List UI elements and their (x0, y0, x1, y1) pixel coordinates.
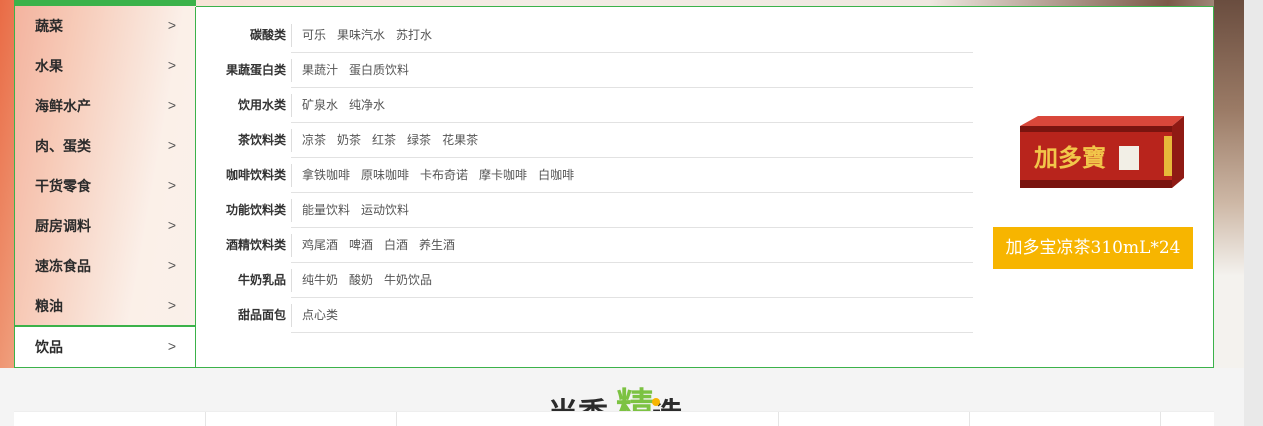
product-box-brand: 加多寶 (1034, 143, 1106, 172)
subcategory-heading[interactable]: 酒精饮料类 (196, 228, 286, 263)
subcategory-heading[interactable]: 茶饮料类 (196, 123, 286, 158)
subcategory-link[interactable]: 白咖啡 (538, 168, 574, 182)
subcategory-row: 功能饮料类 能量饮料 运动饮料 (196, 193, 976, 228)
subcategory-link[interactable]: 能量饮料 (302, 203, 350, 217)
subcategory-link[interactable]: 牛奶饮品 (384, 273, 432, 287)
card-divider (969, 412, 970, 426)
subcategory-links: 可乐 果味汽水 苏打水 (291, 24, 973, 47)
subcategory-link[interactable]: 拿铁咖啡 (302, 168, 350, 182)
subcategory-heading[interactable]: 饮用水类 (196, 88, 286, 123)
category-label: 干货零食 (35, 178, 91, 194)
subcategory-links: 果蔬汁 蛋白质饮料 (291, 59, 973, 82)
card-divider (778, 412, 779, 426)
subcategory-link[interactable]: 啤酒 (349, 238, 373, 252)
subcategory-row: 酒精饮料类 鸡尾酒 啤酒 白酒 养生酒 (196, 228, 976, 263)
subcategory-link[interactable]: 卡布奇诺 (420, 168, 468, 182)
subcategory-link[interactable]: 纯净水 (349, 98, 385, 112)
subcategory-link[interactable]: 鸡尾酒 (302, 238, 338, 252)
subcategory-links: 凉茶 奶茶 红茶 绿茶 花果茶 (291, 129, 973, 152)
subcategory-link[interactable]: 果蔬汁 (302, 63, 338, 77)
category-item-frozen[interactable]: 速冻食品 > (15, 246, 196, 286)
subcategory-link[interactable]: 摩卡咖啡 (479, 168, 527, 182)
subcategory-link[interactable]: 蛋白质饮料 (349, 63, 409, 77)
subcategory-link[interactable]: 点心类 (302, 308, 338, 322)
product-name-label[interactable]: 加多宝凉茶310mL*24 (993, 227, 1193, 269)
subcategory-row: 果蔬蛋白类 果蔬汁 蛋白质饮料 (196, 53, 976, 88)
category-item-fruits[interactable]: 水果 > (15, 46, 196, 86)
subcategory-link[interactable]: 绿茶 (407, 133, 431, 147)
card-divider (396, 412, 397, 426)
category-item-snacks[interactable]: 干货零食 > (15, 166, 196, 206)
chevron-right-icon: > (167, 177, 176, 193)
category-label: 蔬菜 (35, 18, 63, 34)
subcategory-row: 茶饮料类 凉茶 奶茶 红茶 绿茶 花果茶 (196, 123, 976, 158)
subcategory-link[interactable]: 奶茶 (337, 133, 361, 147)
subcategory-link[interactable]: 苏打水 (396, 28, 432, 42)
category-label: 厨房调料 (35, 218, 91, 234)
subcategory-row: 甜品面包 点心类 (196, 298, 976, 333)
subcategory-heading[interactable]: 甜品面包 (196, 298, 286, 333)
category-label: 速冻食品 (35, 258, 91, 274)
subcategory-links: 纯牛奶 酸奶 牛奶饮品 (291, 269, 973, 292)
category-item-meat-eggs[interactable]: 肉、蛋类 > (15, 126, 196, 166)
category-item-drinks[interactable]: 饮品 > (14, 326, 196, 368)
category-label: 海鲜水产 (35, 98, 91, 114)
subcategory-link[interactable]: 可乐 (302, 28, 326, 42)
subcategory-links: 鸡尾酒 啤酒 白酒 养生酒 (291, 234, 973, 257)
chevron-right-icon: > (167, 97, 176, 113)
subcategory-heading[interactable]: 功能饮料类 (196, 193, 286, 228)
subcategory-row: 碳酸类 可乐 果味汽水 苏打水 (196, 18, 976, 53)
subcategory-heading[interactable]: 碳酸类 (196, 18, 286, 53)
chevron-right-icon: > (167, 257, 176, 273)
hero-right-strip (1214, 0, 1244, 368)
product-card-row (14, 411, 1214, 426)
page-right-gutter (1244, 0, 1263, 426)
chevron-right-icon: > (167, 137, 176, 153)
category-label: 肉、蛋类 (35, 138, 91, 154)
subcategory-link[interactable]: 红茶 (372, 133, 396, 147)
category-item-grain-oil[interactable]: 粮油 > (15, 286, 196, 326)
card-divider (1160, 412, 1161, 426)
subcategory-link[interactable]: 果味汽水 (337, 28, 385, 42)
chevron-right-icon: > (167, 338, 176, 354)
category-menu: 蔬菜 > 水果 > 海鲜水产 > 肉、蛋类 > 干货零食 > 厨房调料 > 速冻… (14, 6, 196, 326)
category-label: 粮油 (35, 298, 63, 314)
subcategory-panel: 碳酸类 可乐 果味汽水 苏打水 果蔬蛋白类 果蔬汁 蛋白质饮料 饮用水类 矿泉水 纯净水… (195, 7, 1214, 368)
subcategory-link[interactable]: 矿泉水 (302, 98, 338, 112)
subcategory-link[interactable]: 纯牛奶 (302, 273, 338, 287)
subcategory-link[interactable]: 酸奶 (349, 273, 373, 287)
subcategory-row: 牛奶乳品 纯牛奶 酸奶 牛奶饮品 (196, 263, 976, 298)
chevron-right-icon: > (167, 17, 176, 33)
category-label: 水果 (35, 58, 63, 74)
product-image[interactable]: 加多寶 (1014, 112, 1184, 190)
row-divider (291, 332, 973, 333)
category-item-seasoning[interactable]: 厨房调料 > (15, 206, 196, 246)
chevron-right-icon: > (167, 217, 176, 233)
subcategory-link[interactable]: 凉茶 (302, 133, 326, 147)
subcategory-link[interactable]: 白酒 (384, 238, 408, 252)
subcategory-heading[interactable]: 果蔬蛋白类 (196, 53, 286, 88)
category-label: 饮品 (35, 339, 63, 355)
subcategory-link[interactable]: 原味咖啡 (361, 168, 409, 182)
subcategory-link[interactable]: 花果茶 (442, 133, 478, 147)
subcategory-link[interactable]: 运动饮料 (361, 203, 409, 217)
subcategory-links: 点心类 (291, 304, 973, 327)
card-divider (205, 412, 206, 426)
chevron-right-icon: > (167, 297, 176, 313)
category-item-vegetables[interactable]: 蔬菜 > (15, 6, 196, 46)
subcategory-row: 咖啡饮料类 拿铁咖啡 原味咖啡 卡布奇诺 摩卡咖啡 白咖啡 (196, 158, 976, 193)
chevron-right-icon: > (167, 57, 176, 73)
subcategory-links: 拿铁咖啡 原味咖啡 卡布奇诺 摩卡咖啡 白咖啡 (291, 164, 973, 187)
subcategory-heading[interactable]: 牛奶乳品 (196, 263, 286, 298)
subcategory-links: 矿泉水 纯净水 (291, 94, 973, 117)
subcategory-row: 饮用水类 矿泉水 纯净水 (196, 88, 976, 123)
subcategory-link[interactable]: 养生酒 (419, 238, 455, 252)
subcategory-heading[interactable]: 咖啡饮料类 (196, 158, 286, 193)
subcategory-links: 能量饮料 运动饮料 (291, 199, 973, 222)
category-item-seafood[interactable]: 海鲜水产 > (15, 86, 196, 126)
